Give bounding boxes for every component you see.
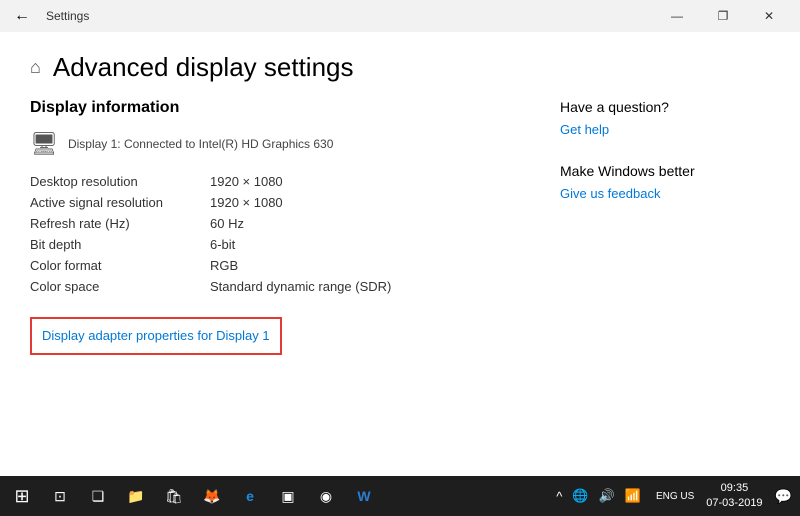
adapter-link[interactable]: Display adapter properties for Display 1 (42, 328, 270, 343)
monitor-icon: 🖥 (30, 131, 58, 157)
title-bar-title: Settings (46, 9, 654, 23)
table-row: Color format RGB (30, 255, 530, 276)
clock-time: 09:35 (706, 481, 762, 496)
row-label: Color space (30, 276, 210, 297)
minimize-button[interactable]: — (654, 0, 700, 32)
chrome-button[interactable]: ◉ (308, 478, 344, 514)
system-clock[interactable]: 09:35 07-03-2019 (700, 481, 768, 512)
close-button[interactable]: ✕ (746, 0, 792, 32)
question-title: Have a question? (560, 99, 770, 115)
taskbar: ⊞ ⊡ ❏ 📁 🛍 🦊 e ▣ ◉ W ^ 🌐 🔊 📶 ENG US 09:35… (0, 476, 800, 516)
monitor-label: Display 1: Connected to Intel(R) HD Grap… (68, 137, 333, 151)
edge-button[interactable]: e (232, 478, 268, 514)
back-button[interactable]: ← (8, 5, 36, 27)
maximize-button[interactable]: ❐ (700, 0, 746, 32)
terminal-button[interactable]: ▣ (270, 478, 306, 514)
window-controls: — ❐ ✕ (654, 0, 792, 32)
row-label: Color format (30, 255, 210, 276)
main-content: ⌂ Advanced display settings Display info… (0, 32, 800, 476)
network-icon[interactable]: 🌐 (569, 488, 591, 504)
left-column: Display information 🖥 Display 1: Connect… (30, 99, 550, 466)
main-row: Display information 🖥 Display 1: Connect… (30, 99, 770, 466)
title-bar: ← Settings — ❐ ✕ (0, 0, 800, 32)
row-label: Bit depth (30, 234, 210, 255)
task-view-button[interactable]: ❏ (80, 478, 116, 514)
page-title: Advanced display settings (53, 52, 354, 83)
system-tray: ^ 🌐 🔊 📶 (547, 488, 650, 504)
row-value: 6-bit (210, 234, 530, 255)
row-label: Active signal resolution (30, 192, 210, 213)
row-label: Desktop resolution (30, 171, 210, 192)
row-value: Standard dynamic range (SDR) (210, 276, 530, 297)
table-row: Refresh rate (Hz) 60 Hz (30, 213, 530, 234)
firefox-button[interactable]: 🦊 (194, 478, 230, 514)
right-column: Have a question? Get help Make Windows b… (550, 99, 770, 466)
wifi-icon[interactable]: 📶 (622, 488, 644, 504)
adapter-link-box: Display adapter properties for Display 1 (30, 317, 282, 355)
search-button[interactable]: ⊡ (42, 478, 78, 514)
notification-icon[interactable]: 💬 (771, 488, 796, 505)
store-button[interactable]: 🛍 (156, 478, 192, 514)
get-help-link[interactable]: Get help (560, 122, 609, 137)
page-header: ⌂ Advanced display settings (30, 52, 770, 83)
make-windows-better-section: Make Windows better Give us feedback (560, 163, 770, 203)
feedback-link[interactable]: Give us feedback (560, 186, 660, 201)
clock-date: 07-03-2019 (706, 496, 762, 511)
row-value: RGB (210, 255, 530, 276)
row-value: 60 Hz (210, 213, 530, 234)
file-explorer-button[interactable]: 📁 (118, 478, 154, 514)
tray-expand-icon[interactable]: ^ (553, 489, 565, 504)
windows-better-title: Make Windows better (560, 163, 770, 179)
section-title: Display information (30, 99, 530, 117)
display-info-table: Desktop resolution 1920 × 1080 Active si… (30, 171, 530, 297)
language-indicator[interactable]: ENG US (652, 490, 698, 503)
table-row: Desktop resolution 1920 × 1080 (30, 171, 530, 192)
row-label: Refresh rate (Hz) (30, 213, 210, 234)
table-row: Bit depth 6-bit (30, 234, 530, 255)
row-value: 1920 × 1080 (210, 171, 530, 192)
home-icon[interactable]: ⌂ (30, 57, 41, 78)
table-row: Color space Standard dynamic range (SDR) (30, 276, 530, 297)
volume-icon[interactable]: 🔊 (596, 488, 618, 504)
word-button[interactable]: W (346, 478, 382, 514)
monitor-info: 🖥 Display 1: Connected to Intel(R) HD Gr… (30, 131, 530, 157)
start-button[interactable]: ⊞ (4, 478, 40, 514)
table-row: Active signal resolution 1920 × 1080 (30, 192, 530, 213)
row-value: 1920 × 1080 (210, 192, 530, 213)
have-a-question-section: Have a question? Get help (560, 99, 770, 139)
